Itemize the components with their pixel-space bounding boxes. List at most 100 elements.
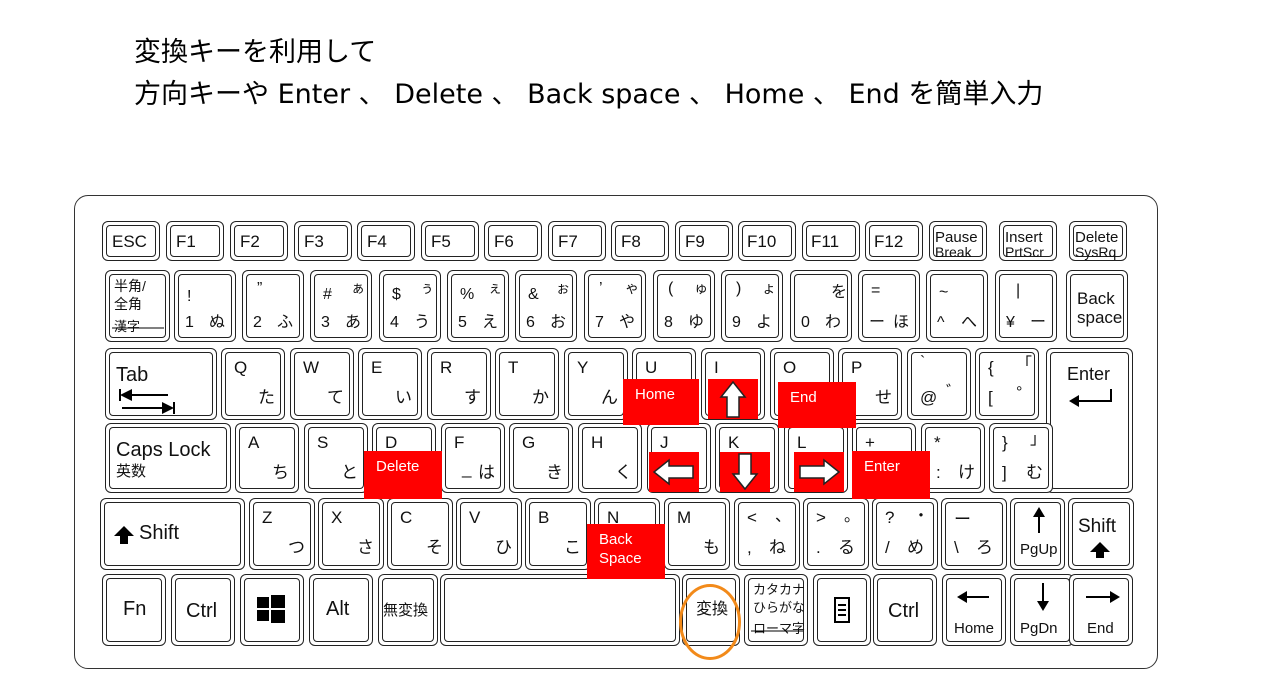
key-g[interactable]: Gき — [509, 423, 573, 493]
key-a[interactable]: Aち — [235, 423, 299, 493]
key-pgdn-label: PgDn — [1020, 620, 1058, 637]
key-4-label: $ — [392, 286, 401, 303]
key-f9-label: F9 — [685, 232, 705, 251]
key-kana[interactable]: カタカナ ひらがな ローマ字 — [744, 574, 808, 646]
key-9[interactable]: ) ょ 9 よ — [721, 270, 783, 342]
key-f11[interactable]: F11 — [802, 221, 860, 261]
key-f9[interactable]: F9 — [675, 221, 733, 261]
key-rctrl[interactable]: Ctrl — [873, 574, 937, 646]
key-r[interactable]: Rす — [427, 348, 491, 420]
key-f6[interactable]: F6 — [484, 221, 542, 261]
key-enter[interactable]: Enter — [1046, 348, 1133, 493]
key-menu[interactable] — [813, 574, 871, 646]
overlay-backspace: Back Space — [587, 524, 665, 579]
key-tab[interactable]: Tab — [105, 348, 217, 420]
key-f-label: は — [478, 463, 495, 482]
key-f10[interactable]: F10 — [738, 221, 796, 261]
key-z-label: Z — [262, 508, 273, 527]
key-z[interactable]: Zつ — [249, 498, 315, 570]
key-comma-label: < — [747, 508, 757, 527]
key-f3[interactable]: F3 — [294, 221, 352, 261]
key-rbracket[interactable]: } 」] む — [989, 423, 1053, 493]
key-caps[interactable]: Caps Lock 英数 — [105, 423, 231, 493]
key-f4[interactable]: F4 — [357, 221, 415, 261]
key-m[interactable]: Mも — [664, 498, 730, 570]
key-y[interactable]: Yん — [564, 348, 628, 420]
key-a-label: A — [248, 433, 260, 452]
key-end[interactable]: End — [1069, 574, 1133, 646]
key-space[interactable] — [440, 574, 680, 646]
key-6[interactable]: & ぉ 6 お — [515, 270, 577, 342]
key-yen-label: ¥ — [1006, 314, 1015, 331]
key-4[interactable]: $ ぅ 4 う — [379, 270, 441, 342]
key-insert[interactable]: Insert PrtScr — [999, 221, 1057, 261]
key-t[interactable]: Tか — [495, 348, 559, 420]
key-s-label: S — [317, 433, 329, 452]
key-s[interactable]: Sと — [304, 423, 368, 493]
key-windows[interactable] — [240, 574, 304, 646]
key-hankaku[interactable]: 半角/全角 漢字 — [105, 270, 170, 342]
key-l-label: L — [797, 433, 807, 452]
key-slash[interactable]: ? ・ / め — [872, 498, 938, 570]
key-period[interactable]: > 。. る — [803, 498, 869, 570]
key-pgup[interactable]: PgUp — [1010, 498, 1065, 570]
key-c[interactable]: Cそ — [387, 498, 453, 570]
key-backslash[interactable]: ー \ ろ — [941, 498, 1007, 570]
key-1[interactable]: ! 1 ぬ — [174, 270, 236, 342]
arrow-down-icon — [1035, 583, 1051, 615]
key-muhenkan[interactable]: 無変換 — [378, 574, 438, 646]
key-pause-label: Break — [935, 244, 972, 260]
key-esc[interactable]: ESC — [102, 221, 160, 261]
key-0-label: を — [831, 284, 848, 301]
key-h[interactable]: Hく — [578, 423, 642, 493]
key-colon[interactable]: *: け — [921, 423, 985, 493]
key-f1[interactable]: F1 — [166, 221, 224, 261]
key-comma-label: ね — [769, 538, 786, 557]
key-1-label: 1 — [185, 314, 194, 331]
key-w[interactable]: Wて — [290, 348, 354, 420]
key-q[interactable]: Qた — [221, 348, 285, 420]
key-5[interactable]: % ぇ 5 え — [447, 270, 509, 342]
key-8[interactable]: (ゅ 8 ゆ — [653, 270, 715, 342]
key-pgdn[interactable]: PgDn — [1010, 574, 1074, 646]
key-f7[interactable]: F7 — [548, 221, 606, 261]
key-semicolon-label: + — [865, 433, 875, 452]
key-e-label: E — [371, 358, 383, 377]
key-at-label: ゛ — [946, 384, 963, 401]
key-pause[interactable]: Pause Break — [929, 221, 987, 261]
key-2-label: ふ — [277, 314, 294, 331]
key-fn[interactable]: Fn — [102, 574, 166, 646]
key-at[interactable]: ` @ ゛ — [907, 348, 971, 420]
key-f8[interactable]: F8 — [611, 221, 669, 261]
key-3[interactable]: # ぁ 3 あ — [310, 270, 372, 342]
key-2[interactable]: ” 2 ふ — [242, 270, 304, 342]
key-insert-label: Insert — [1005, 229, 1043, 246]
key-0[interactable]: を 0わ — [790, 270, 852, 342]
key-e[interactable]: Eい — [358, 348, 422, 420]
key-comma[interactable]: < 、, ね — [734, 498, 800, 570]
key-0-label: 0 — [801, 314, 810, 331]
key-7[interactable]: ’ ゃ 7 や — [584, 270, 646, 342]
key-ctrl[interactable]: Ctrl — [171, 574, 235, 646]
key-delete[interactable]: Delete SysRq — [1069, 221, 1127, 261]
key-home[interactable]: Home — [942, 574, 1006, 646]
key-v[interactable]: Vひ — [456, 498, 522, 570]
key-x[interactable]: Xさ — [318, 498, 384, 570]
key-yen[interactable]: | ¥ ー — [995, 270, 1057, 342]
key-lbracket[interactable]: {「 [° — [975, 348, 1039, 420]
key-f12[interactable]: F12 — [865, 221, 923, 261]
key-minus[interactable]: = ーほ — [858, 270, 920, 342]
key-rshift[interactable]: Shift — [1068, 498, 1134, 570]
key-lbracket-label: 「 — [1016, 356, 1033, 373]
key-f5[interactable]: F5 — [421, 221, 479, 261]
key-lshift[interactable]: Shift — [100, 498, 245, 570]
overlay-delete-label: Delete — [376, 458, 420, 475]
key-caret[interactable]: ~ ^ へ — [926, 270, 988, 342]
key-f2[interactable]: F2 — [230, 221, 288, 261]
key-b[interactable]: Bこ — [525, 498, 591, 570]
key-caret-label: へ — [961, 314, 978, 331]
key-alt[interactable]: Alt — [309, 574, 373, 646]
key-backspace[interactable]: Back space — [1066, 270, 1128, 342]
key-f[interactable]: F _ は — [441, 423, 505, 493]
arrow-right-icon — [1086, 589, 1120, 608]
